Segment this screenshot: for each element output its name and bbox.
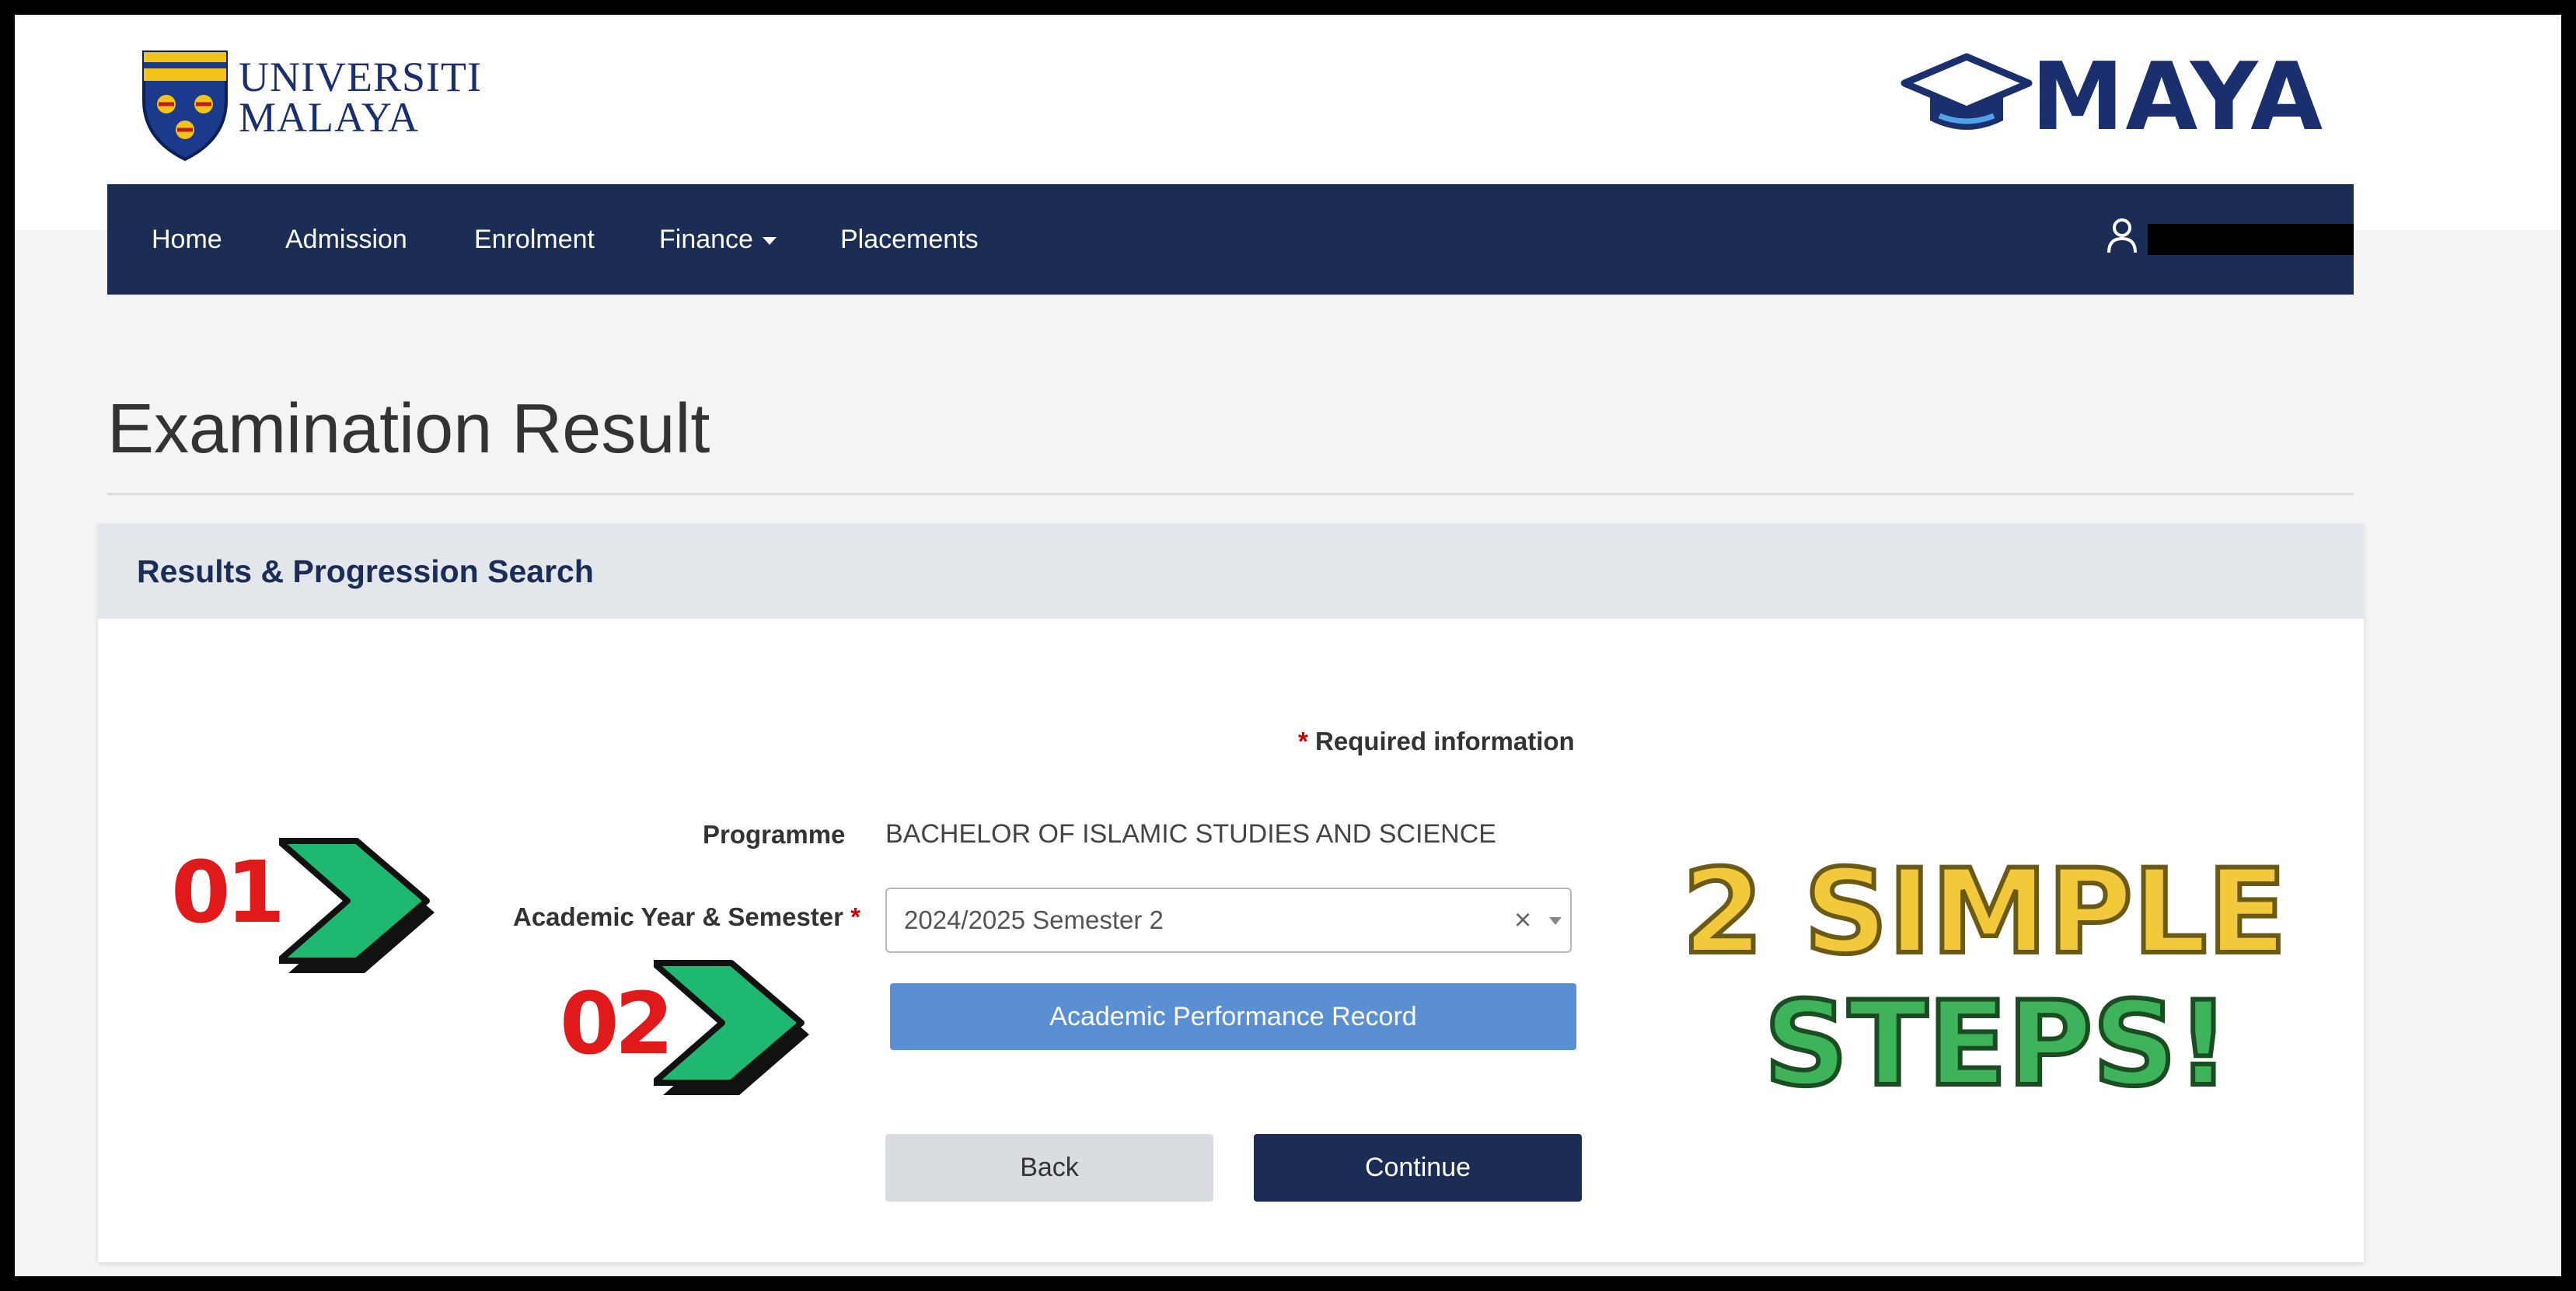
university-name-line2: MALAYA (239, 94, 420, 141)
university-name-line1: UNIVERSITI (239, 54, 482, 100)
required-information-text: Required information (1315, 727, 1575, 755)
semester-select[interactable]: 2024/2025 Semester 2 × (885, 888, 1572, 953)
caret-down-icon (762, 237, 777, 246)
promo-line-1: 2 SIMPLE (1680, 845, 2289, 980)
nav-placements-label: Placements (840, 225, 979, 254)
graduation-cap-icon (1901, 53, 2033, 130)
back-button[interactable]: Back (885, 1134, 1213, 1202)
step-1-arrow-icon (279, 838, 435, 973)
nav-home[interactable]: Home (152, 184, 222, 295)
promo-line-2: STEPS! (1761, 977, 2232, 1112)
required-star: * (1298, 727, 1308, 755)
page: UNIVERSITI MALAYA MAYA Home Admission En… (15, 15, 2561, 1276)
university-wordmark: UNIVERSITI MALAYA (239, 54, 518, 141)
nav-finance-label: Finance (659, 225, 753, 254)
redacted-username (2148, 224, 2354, 255)
university-crest-icon (142, 51, 228, 162)
step-2-arrow-icon (654, 960, 809, 1095)
title-divider (107, 493, 2354, 495)
nav-placements[interactable]: Placements (840, 184, 979, 295)
nav-finance-dropdown[interactable]: Finance (659, 184, 777, 295)
continue-button[interactable]: Continue (1254, 1134, 1582, 1202)
page-title: Examination Result (107, 390, 710, 468)
clear-selection-icon[interactable]: × (1514, 889, 1531, 951)
main-navbar: Home Admission Enrolment Finance Placeme… (107, 184, 2354, 295)
maya-logo[interactable]: MAYA (1901, 44, 2351, 152)
programme-label: Programme (703, 820, 846, 849)
semester-select-value: 2024/2025 Semester 2 (904, 905, 1164, 934)
panel-title: Results & Progression Search (137, 553, 594, 589)
user-icon[interactable] (2106, 217, 2138, 254)
programme-value: BACHELOR OF ISLAMIC STUDIES AND SCIENCE (885, 819, 1496, 849)
nav-admission[interactable]: Admission (285, 184, 407, 295)
semester-label-text: Academic Year & Semester (513, 902, 843, 931)
portal-wordmark: MAYA (2031, 44, 2325, 152)
nav-enrolment-label: Enrolment (474, 225, 595, 254)
nav-admission-label: Admission (285, 225, 407, 254)
nav-home-label: Home (152, 225, 222, 254)
semester-label: Academic Year & Semester * (513, 902, 860, 932)
required-information-note: * Required information (1298, 727, 1575, 756)
nav-enrolment[interactable]: Enrolment (474, 184, 595, 295)
academic-performance-record-button[interactable]: Academic Performance Record (890, 983, 1576, 1050)
step-2-number: 02 (560, 974, 674, 1073)
semester-required-star: * (850, 902, 861, 931)
step-1-number: 01 (171, 843, 285, 942)
dropdown-arrow-icon[interactable] (1549, 917, 1562, 925)
panel-header: Results & Progression Search (98, 524, 2364, 619)
